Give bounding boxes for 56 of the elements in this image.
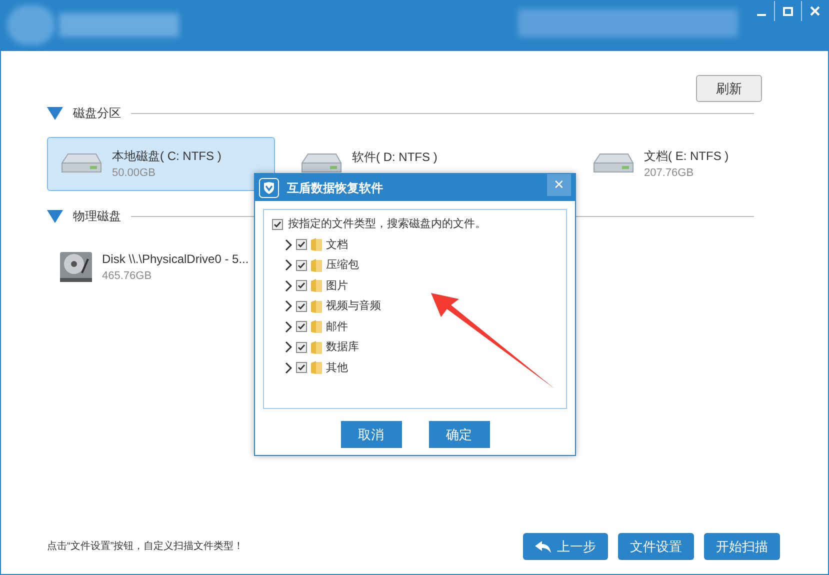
checkbox[interactable] — [296, 342, 307, 353]
option-label: 按指定的文件类型，搜索磁盘内的文件。 — [288, 216, 486, 232]
expand-chevron-icon[interactable] — [284, 362, 292, 374]
refresh-button[interactable]: 刷新 — [696, 75, 762, 102]
file-type-label: 数据库 — [326, 340, 359, 355]
section-title: 磁盘分区 — [73, 105, 121, 122]
folder-icon — [311, 279, 322, 292]
dialog-title: 互盾数据恢复软件 — [287, 180, 384, 196]
checkbox[interactable] — [296, 300, 307, 312]
checkbox[interactable] — [272, 218, 283, 230]
drive-name: 文档( E: NTFS ) — [644, 148, 729, 165]
back-arrow-icon — [535, 540, 551, 552]
dialog-button[interactable]: 取消 — [340, 421, 402, 448]
expand-chevron-icon[interactable] — [284, 320, 292, 333]
drive-name: Disk \\.\PhysicalDrive0 - 5... — [102, 250, 249, 268]
collapse-triangle-icon[interactable] — [47, 106, 63, 120]
checkbox[interactable] — [296, 260, 307, 271]
expand-chevron-icon[interactable] — [284, 280, 292, 292]
partition-item[interactable]: 文档( E: NTFS ) 207.76GB — [579, 137, 769, 191]
folder-icon — [311, 258, 322, 272]
section-title: 物理磁盘 — [73, 208, 121, 225]
shield-logo-icon — [259, 178, 279, 198]
drive-size: 50.00GB — [112, 166, 156, 181]
expand-chevron-icon[interactable] — [284, 259, 292, 272]
file-type-label: 邮件 — [326, 320, 348, 334]
back-button[interactable]: 上一步 — [523, 533, 608, 560]
expand-chevron-icon[interactable] — [284, 238, 292, 251]
drive-size: 465.76GB — [102, 268, 153, 284]
close-icon — [810, 6, 820, 16]
file-type-label: 压缩包 — [326, 258, 359, 273]
drive-size: 207.76GB — [644, 166, 695, 181]
partition-item[interactable]: 本地磁盘( C: NTFS ) 50.00GB — [47, 137, 275, 191]
file-type-label: 视频与音频 — [326, 298, 381, 314]
action-button[interactable]: 文件设置 — [618, 533, 694, 560]
drive-name: 软件( D: NTFS ) — [352, 149, 438, 166]
file-type-label: 文档 — [326, 238, 348, 252]
checkbox[interactable] — [296, 239, 307, 250]
expand-chevron-icon[interactable] — [284, 300, 292, 312]
checkbox[interactable] — [296, 362, 307, 374]
drive-name: 本地磁盘( C: NTFS ) — [112, 148, 222, 165]
close-button[interactable]: ✕ — [547, 174, 571, 196]
action-button[interactable]: 开始扫描 — [704, 533, 780, 560]
disk-item[interactable]: Disk \\.\PhysicalDrive0 - 5... 465.76GB — [47, 240, 275, 294]
dialog-button[interactable]: 确定 — [428, 421, 490, 448]
folder-icon — [311, 320, 322, 334]
collapse-triangle-icon[interactable] — [47, 210, 63, 222]
checkbox[interactable] — [296, 321, 307, 332]
checkbox[interactable] — [296, 280, 307, 292]
folder-icon — [311, 340, 322, 354]
file-type-label: 图片 — [326, 278, 348, 294]
folder-icon — [311, 361, 322, 374]
file-type-label: 其他 — [326, 360, 348, 376]
hint-text: 点击“文件设置”按钮，自定义扫描文件类型！ — [47, 540, 245, 554]
expand-chevron-icon[interactable] — [284, 341, 292, 354]
folder-icon — [311, 238, 322, 252]
folder-icon — [311, 300, 322, 313]
